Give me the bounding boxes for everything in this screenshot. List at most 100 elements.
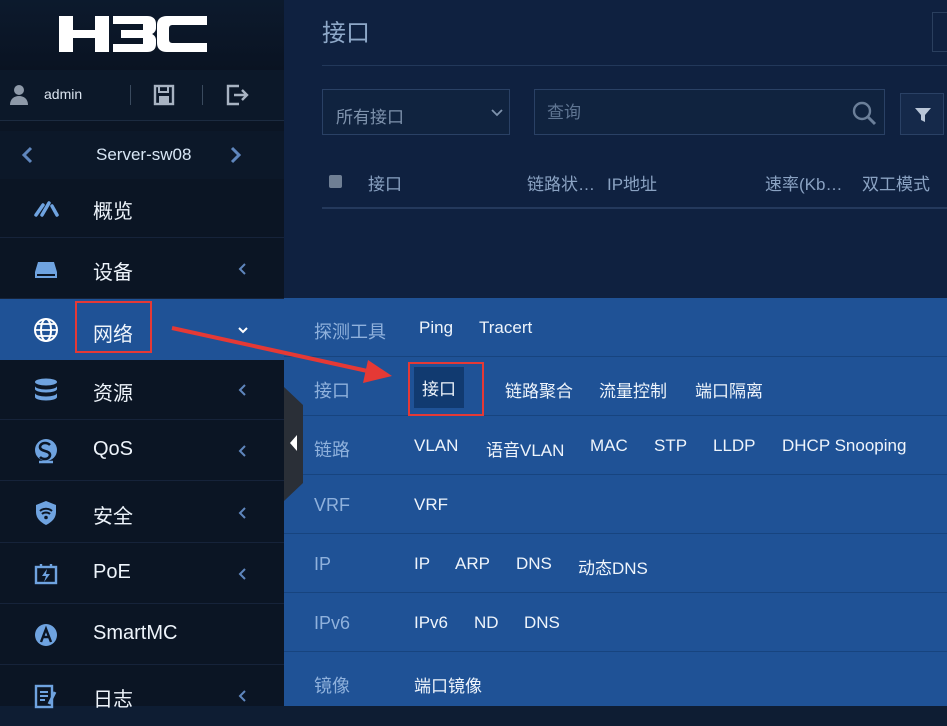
submenu-row: VRF VRF — [284, 475, 947, 534]
submenu-link-ip[interactable]: IP — [414, 554, 430, 574]
brand-header — [0, 0, 284, 70]
dashboard-icon — [34, 201, 59, 217]
submenu-row: IP IP ARP DNS 动态DNS — [284, 534, 947, 593]
submenu-link-ipv6[interactable]: IPv6 — [414, 613, 448, 633]
submenu-link-lldp[interactable]: LLDP — [713, 436, 756, 456]
database-icon — [35, 378, 57, 401]
qos-icon — [35, 439, 57, 464]
collapse-sidebar-handle[interactable] — [284, 387, 303, 501]
submenu-row: 镜像 端口镜像 — [284, 652, 947, 711]
divider — [202, 85, 203, 105]
submenu-link-link-aggregation[interactable]: 链路聚合 — [505, 377, 573, 402]
username: admin — [44, 86, 83, 102]
user-icon — [10, 85, 28, 105]
submenu-link-vrf[interactable]: VRF — [414, 495, 448, 515]
chevron-left-icon — [238, 568, 246, 580]
divider — [322, 207, 947, 209]
submenu-link-dynamic-dns[interactable]: 动态DNS — [578, 554, 648, 579]
nav-label: 设备 — [93, 262, 133, 284]
sidebar: admin Server-sw08 概览 设备 网络 资源 QoS 安全 PoE… — [0, 0, 284, 711]
chevron-left-icon[interactable] — [20, 146, 34, 164]
nav-label: 安全 — [93, 506, 133, 528]
submenu-link-dns[interactable]: DNS — [516, 554, 552, 574]
divider — [322, 65, 947, 66]
submenu-row: 接口 接口 链路聚合 流量控制 端口隔离 — [284, 357, 947, 416]
submenu-link-stp[interactable]: STP — [654, 436, 687, 456]
network-submenu: 探测工具 Ping Tracert 接口 接口 链路聚合 流量控制 端口隔离 链… — [284, 298, 947, 706]
smartmc-icon — [35, 624, 57, 646]
globe-icon — [34, 318, 58, 342]
nav-item-qos[interactable]: QoS — [0, 421, 284, 481]
submenu-link-port-isolation[interactable]: 端口隔离 — [695, 377, 763, 402]
column-header[interactable]: IP地址 — [607, 170, 657, 195]
nav-item-security[interactable]: 安全 — [0, 483, 284, 543]
user-bar: admin — [0, 70, 284, 121]
nav-label: 概览 — [93, 201, 133, 223]
submenu-category: IPv6 — [314, 613, 351, 633]
submenu-link-arp[interactable]: ARP — [455, 554, 490, 574]
submenu-link-dhcp-snooping[interactable]: DHCP Snooping — [782, 436, 906, 456]
chevron-down-icon — [238, 327, 248, 334]
search-input[interactable] — [545, 100, 839, 126]
highlight-box — [75, 301, 152, 353]
submenu-row: 链路 VLAN 语音VLAN MAC STP LLDP DHCP Snoopin… — [284, 416, 947, 475]
submenu-category: VRF — [314, 495, 350, 515]
submenu-link-tracert[interactable]: Tracert — [479, 318, 532, 338]
submenu-link-vlan[interactable]: VLAN — [414, 436, 458, 456]
select-value: 所有接口 — [336, 108, 404, 127]
table-header: 接口 链路状… IP地址 速率(Kb… 双工模式 — [322, 160, 942, 206]
submenu-category: 接口 — [314, 381, 350, 401]
submenu-link-flow-control[interactable]: 流量控制 — [599, 377, 667, 402]
nav-item-poe[interactable]: PoE — [0, 544, 284, 604]
chevron-left-icon — [238, 690, 246, 702]
column-header[interactable]: 速率(Kb… — [765, 170, 842, 195]
chevron-left-icon — [238, 263, 246, 275]
submenu-link-nd[interactable]: ND — [474, 613, 499, 633]
select-all-checkbox[interactable] — [329, 175, 342, 188]
chevron-right-icon[interactable] — [229, 146, 243, 164]
submenu-link-port-mirroring[interactable]: 端口镜像 — [414, 672, 482, 697]
submenu-link-voice-vlan[interactable]: 语音VLAN — [486, 436, 564, 461]
submenu-link-ping[interactable]: Ping — [419, 318, 453, 338]
submenu-category: 探测工具 — [314, 322, 386, 342]
submenu-category: IP — [314, 554, 332, 574]
submenu-row: IPv6 IPv6 ND DNS — [284, 593, 947, 652]
main-panel: 接口 所有接口 接口 链路状… IP地址 速率(Kb… 双工模式 — [284, 0, 947, 300]
chevron-left-icon — [238, 445, 246, 457]
highlight-box — [408, 362, 484, 416]
page-title: 接口 — [322, 20, 370, 47]
logout-icon[interactable] — [225, 84, 249, 106]
device-switcher: Server-sw08 — [0, 131, 284, 179]
submenu-category: 镜像 — [314, 676, 350, 696]
h3c-logo — [59, 16, 207, 52]
nav-label: SmartMC — [93, 622, 178, 644]
nav-item-log[interactable]: 日志 — [0, 666, 284, 726]
nav-label: QoS — [93, 438, 134, 460]
nav-item-overview[interactable]: 概览 — [0, 178, 284, 238]
column-header[interactable]: 接口 — [368, 170, 402, 195]
column-header[interactable]: 双工模式 — [862, 170, 930, 195]
submenu-row: 探测工具 Ping Tracert — [284, 298, 947, 357]
shield-wifi-icon — [36, 501, 56, 525]
nav-item-device[interactable]: 设备 — [0, 239, 284, 299]
save-icon[interactable] — [153, 84, 175, 106]
search-box — [534, 89, 885, 135]
device-icon — [35, 262, 57, 278]
filter-button[interactable] — [900, 93, 944, 135]
search-icon[interactable] — [851, 100, 877, 126]
interface-filter-select[interactable]: 所有接口 — [322, 89, 510, 135]
divider — [130, 85, 131, 105]
submenu-link-dns[interactable]: DNS — [524, 613, 560, 633]
filter-icon — [915, 108, 931, 122]
nav-label: PoE — [93, 561, 131, 583]
nav-item-resource[interactable]: 资源 — [0, 360, 284, 420]
nav-label: 日志 — [93, 689, 133, 711]
column-header[interactable]: 链路状… — [527, 170, 595, 195]
chevron-down-icon — [491, 109, 503, 117]
poe-icon — [34, 564, 58, 585]
submenu-category: 链路 — [314, 440, 350, 460]
nav-item-smartmc[interactable]: SmartMC — [0, 605, 284, 665]
top-right-control[interactable] — [932, 12, 947, 52]
submenu-link-mac[interactable]: MAC — [590, 436, 628, 456]
log-icon — [34, 684, 57, 709]
